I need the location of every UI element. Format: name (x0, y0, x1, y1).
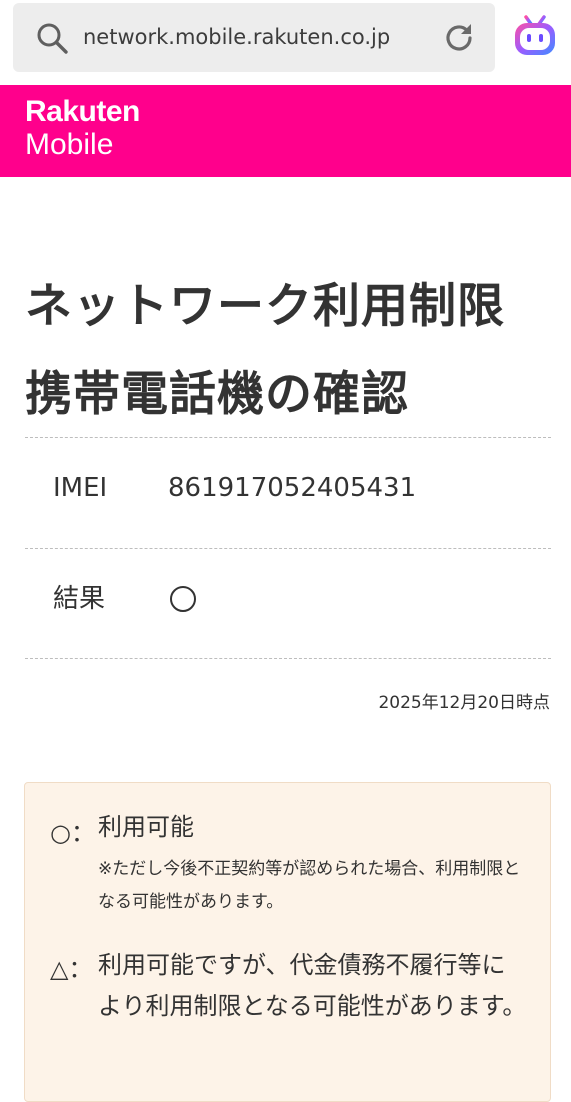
result-row: 結果 (25, 548, 551, 659)
result-table: IMEI 861917052405431 結果 (25, 437, 551, 659)
legend-box: ○： 利用可能 ※ただし今後不正契約等が認められた場合、利用制限となる可能性があ… (24, 782, 551, 1102)
imei-label: IMEI (53, 473, 108, 503)
browser-toolbar: network.mobile.rakuten.co.jp (0, 0, 571, 85)
reload-icon[interactable] (441, 20, 477, 56)
logo-line-mobile: Mobile (25, 128, 114, 161)
legend-symbol-triangle: △： (50, 949, 92, 984)
logo-line-rakuten: Rakuten (25, 95, 140, 128)
page-title: ネットワーク利用制限携帯電話機の確認 (25, 279, 505, 423)
legend-label-available: 利用可能 (98, 813, 194, 841)
legend-separator: ： (68, 955, 93, 983)
legend-separator: ： (70, 819, 95, 847)
legend-note: ※ただし今後不正契約等が認められた場合、利用制限となる可能性があります。 (98, 859, 521, 912)
check-timestamp: 2025年12月20日時点 (378, 693, 550, 713)
search-icon (37, 23, 68, 54)
imei-value: 861917052405431 (168, 473, 417, 503)
rakuten-mobile-logo[interactable]: Rakuten Mobile (25, 95, 140, 161)
site-header: Rakuten Mobile (0, 85, 571, 177)
legend-symbol-circle-glyph: ○ (50, 819, 71, 847)
imei-row: IMEI 861917052405431 (25, 437, 551, 548)
legend-label-conditional: 利用可能ですが、代金債務不履行等により利用制限となる可能性があります。 (98, 951, 527, 1020)
legend-symbol-circle: ○： (50, 813, 95, 848)
result-label: 結果 (53, 584, 106, 614)
assistant-icon[interactable] (512, 14, 558, 58)
result-circle-mark (170, 586, 196, 612)
legend-symbol-triangle-glyph: △ (50, 955, 69, 983)
address-bar[interactable]: network.mobile.rakuten.co.jp (13, 3, 495, 72)
address-url[interactable]: network.mobile.rakuten.co.jp (83, 3, 390, 72)
